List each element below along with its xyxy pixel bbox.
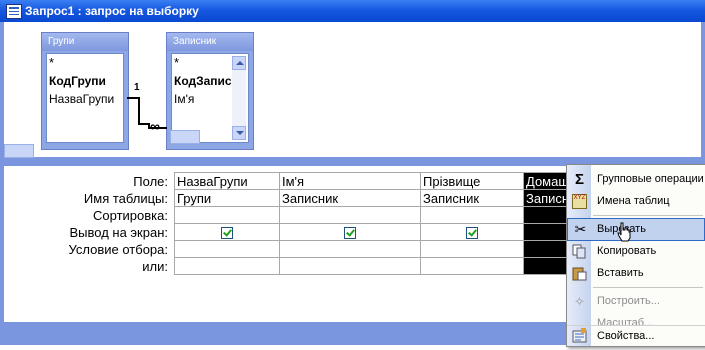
build-icon: ✧ [574,294,585,309]
menu-item-label: Построить... [597,295,660,307]
table-names-icon: XYZ [572,194,587,209]
menu-item-label: Копировать [597,245,657,257]
grid-row-or [174,257,573,275]
menu-item-label: Имена таблиц [597,195,670,207]
scroll-down-arrow-icon[interactable] [232,126,246,140]
grid-cell-or[interactable] [420,257,524,275]
grid-row-criteria [174,240,573,258]
diagram-hscroll-left-arrow-icon[interactable] [4,144,34,158]
grid-cell-criteria-selected[interactable] [522,240,573,258]
table-diagram-pane: Групи * КодГрупи НазваГрупи Записник * К… [4,22,701,157]
grid-cell-field-selected[interactable]: Домаш [522,172,573,190]
window-title: Запрос1 : запрос на выборку [25,4,199,18]
menu-item-build[interactable]: ✧ Построить... [567,291,705,312]
grid-cell-sort-selected[interactable] [522,206,573,224]
grid-row-sort [174,206,573,224]
menu-separator [593,215,703,216]
menu-item-paste[interactable]: Вставить [567,263,705,284]
row-label-criteria: Условие отбора: [68,242,168,257]
relation-one-label: 1 [134,82,140,93]
field-list: * КодГрупи НазваГрупи [46,53,124,143]
show-checkbox[interactable] [221,227,233,240]
grid-cell-sort[interactable] [279,206,421,224]
grid-cell-field[interactable]: Прізвище [420,172,524,190]
row-label-table: Имя таблицы: [83,191,168,206]
grid-cell-table[interactable]: Записник [279,189,421,207]
menu-item-table-names[interactable]: XYZ Имена таблиц [567,191,705,212]
relationship-line[interactable] [127,82,167,142]
grid-cell-criteria[interactable] [174,240,280,258]
grid-cell-criteria[interactable] [279,240,421,258]
grid-cell-sort[interactable] [174,206,280,224]
grid-row-table: Групи Записник Записник Записн [174,189,573,207]
show-checkbox[interactable] [466,227,478,240]
grid-cell-or[interactable] [174,257,280,275]
grid-cell-table-selected[interactable]: Записн [522,189,573,207]
grid-hscroll-left-arrow-icon[interactable] [170,130,200,144]
grid-cell-table[interactable]: Записник [420,189,524,207]
show-checkbox[interactable] [344,227,356,240]
query-icon [6,4,22,19]
grid-row-field: НазваГрупи Ім'я Прізвище Домаш [174,172,573,190]
paste-icon [572,266,587,281]
field-item[interactable]: НазваГрупи [47,90,123,108]
scissors-icon: ✂ [574,221,587,237]
context-menu: Σ Групповые операции XYZ Имена таблиц ✂ … [566,164,705,347]
grid-cell-criteria[interactable] [420,240,524,258]
field-item[interactable]: КодГрупи [47,72,123,90]
grid-cell-field[interactable]: Ім'я [279,172,421,190]
table-box-groups[interactable]: Групи * КодГрупи НазваГрупи [41,32,129,150]
grid-cell-show [174,223,280,241]
grid-row-show [174,223,573,241]
row-label-or: или: [142,259,168,274]
hand-cursor-icon [617,222,631,242]
menu-item-label: Вставить [597,267,644,279]
grid-cell-or[interactable] [279,257,421,275]
grid-cell-or-selected[interactable] [522,257,573,275]
field-list-scrollbar[interactable] [232,56,246,140]
grid-cell-show [279,223,421,241]
relation-many-label: ∞ [150,118,160,134]
table-box-title[interactable]: Групи [42,33,128,51]
sigma-icon: Σ [574,171,584,188]
menu-item-label: Групповые операции [597,173,704,185]
field-item[interactable]: * [47,54,123,72]
grid-cell-show [420,223,524,241]
grid-cell-field[interactable]: НазваГрупи [174,172,280,190]
grid-cell-sort[interactable] [420,206,524,224]
design-grid: НазваГрупи Ім'я Прізвище Домаш Групи Зап… [174,172,573,275]
menu-item-group-operations[interactable]: Σ Групповые операции [567,169,705,190]
properties-icon [572,328,587,343]
menu-item-copy[interactable]: Копировать [567,241,705,262]
row-label-sort: Сортировка: [93,208,168,223]
menu-separator [593,287,703,288]
table-box-title[interactable]: Записник [167,33,253,51]
row-label-show: Вывод на экран: [69,225,168,240]
grid-cell-show-selected[interactable] [522,223,573,241]
menu-item-cut[interactable]: ✂ Вырезать [567,218,705,241]
scroll-up-arrow-icon[interactable] [232,56,246,70]
row-label-field: Поле: [133,174,168,189]
title-bar[interactable]: Запрос1 : запрос на выборку [0,0,705,22]
copy-icon [572,244,587,259]
menu-item-label: Свойства... [597,330,655,342]
grid-cell-table[interactable]: Групи [174,189,280,207]
menu-item-properties[interactable]: Свойства... [567,325,705,346]
